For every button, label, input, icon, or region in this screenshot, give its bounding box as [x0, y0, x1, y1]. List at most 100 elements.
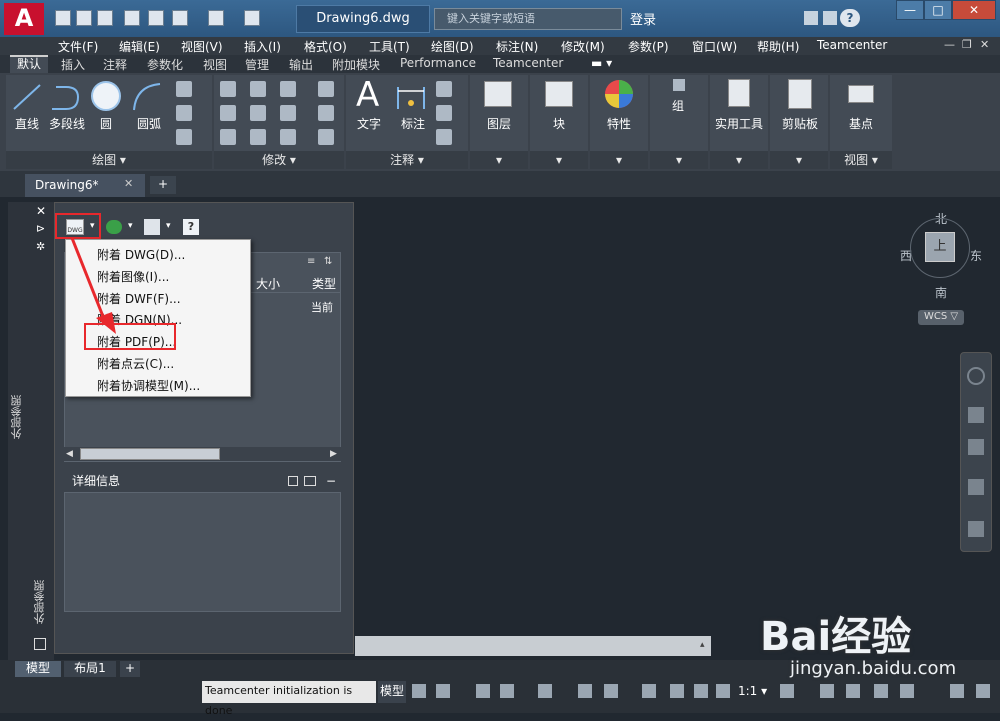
line-button[interactable]: 直线 [14, 115, 40, 132]
dimension-button[interactable]: 标注 [398, 115, 428, 132]
tab-parametric[interactable]: 参数化 [147, 56, 183, 73]
change-path-dropdown-icon[interactable]: ▾ [166, 221, 171, 231]
fillet-icon[interactable] [280, 105, 296, 121]
mdi-close-icon[interactable]: ✕ [980, 38, 989, 51]
tab-performance[interactable]: Performance [400, 56, 476, 70]
wcs-menu[interactable]: WCS ▽ [918, 310, 964, 325]
details-collapse-icon[interactable]: − [326, 474, 336, 488]
menu-insert[interactable]: 插入(I) [244, 38, 281, 55]
a360-icon[interactable] [823, 11, 837, 25]
annotation-visibility-icon[interactable] [670, 684, 684, 698]
paste-icon[interactable] [788, 79, 812, 109]
tab-teamcenter[interactable]: Teamcenter [493, 56, 563, 70]
login-button[interactable]: 登录 [630, 9, 656, 28]
tab-addins[interactable]: 附加模块 [332, 56, 380, 73]
isodraft-icon[interactable] [538, 684, 552, 698]
viewcube[interactable]: 上 [925, 232, 955, 262]
line-icon[interactable] [12, 83, 42, 111]
block-panel-title[interactable]: ▾ [530, 151, 588, 169]
scrollbar-thumb[interactable] [80, 448, 220, 460]
layers-panel-title[interactable]: ▾ [470, 151, 528, 169]
command-line[interactable] [355, 636, 711, 656]
polar-icon[interactable] [500, 684, 514, 698]
calculator-icon[interactable] [728, 79, 750, 107]
palette-autohide-icon[interactable]: ⊳ [36, 222, 45, 235]
offset-icon[interactable] [318, 129, 334, 145]
table-icon[interactable] [436, 129, 452, 145]
layers-button[interactable]: 图层 [480, 115, 518, 132]
tab-annotate[interactable]: 注释 [103, 56, 127, 73]
clipboard-panel-title[interactable]: ▾ [770, 151, 828, 169]
change-path-icon[interactable] [144, 219, 160, 235]
hardware-acceleration-icon[interactable] [874, 684, 888, 698]
new-tab-button[interactable]: + [150, 176, 176, 194]
close-tab-icon[interactable]: ✕ [124, 177, 133, 190]
pan-icon[interactable] [968, 407, 984, 423]
object-snap-tracking-icon[interactable] [578, 684, 592, 698]
menu-window[interactable]: 窗口(W) [692, 38, 737, 55]
print-icon[interactable] [148, 10, 164, 26]
mirror-icon[interactable] [250, 105, 266, 121]
showmotion-icon[interactable] [968, 521, 984, 537]
tab-manage[interactable]: 管理 [245, 56, 269, 73]
palette-close-icon[interactable]: ✕ [36, 204, 46, 218]
clipboard-button[interactable]: 剪贴板 [779, 115, 821, 132]
menu-format[interactable]: 格式(O) [304, 38, 347, 55]
menu-parametric[interactable]: 参数(P) [628, 38, 669, 55]
properties-icon[interactable] [604, 79, 634, 109]
command-history-icon[interactable]: ▴ [700, 640, 705, 650]
copy-icon[interactable] [220, 105, 236, 121]
annotation-scale[interactable]: 1:1 ▾ [738, 684, 767, 698]
block-icon[interactable] [545, 81, 573, 107]
rotate-icon[interactable] [250, 81, 266, 97]
undo-icon[interactable] [172, 10, 188, 26]
tab-insert[interactable]: 插入 [61, 56, 85, 73]
compass-south[interactable]: 南 [935, 284, 947, 301]
ribbon-minimize-icon[interactable]: ▬ ▾ [591, 56, 612, 70]
menu-edit[interactable]: 编辑(E) [119, 38, 160, 55]
menu-attach-coordination-model[interactable]: 附着协调模型(M)... [97, 377, 200, 394]
menu-modify[interactable]: 修改(M) [561, 38, 605, 55]
move-icon[interactable] [220, 81, 236, 97]
save-icon[interactable] [97, 10, 113, 26]
menu-teamcenter[interactable]: Teamcenter [817, 38, 887, 52]
palette-attach-icon[interactable] [34, 638, 46, 650]
tree-view-icon[interactable]: ⇅ [324, 256, 332, 267]
close-button[interactable]: ✕ [952, 0, 996, 20]
leader-icon[interactable] [436, 105, 452, 121]
draw-panel-title[interactable]: 绘图 ▾ [6, 151, 212, 169]
text-icon[interactable]: A [356, 75, 379, 115]
help-icon[interactable]: ? [183, 219, 199, 235]
dimension-icon[interactable] [396, 83, 426, 111]
drawing-viewport[interactable] [355, 197, 1000, 660]
details-toggle-icon[interactable] [288, 476, 298, 486]
tab-layout1[interactable]: 布局1 [64, 661, 116, 677]
scroll-left-icon[interactable]: ◀ [66, 449, 73, 459]
compass-east[interactable]: 东 [970, 247, 982, 264]
menu-view[interactable]: 视图(V) [181, 38, 223, 55]
tab-view[interactable]: 视图 [203, 56, 227, 73]
tab-default[interactable]: 默认 [10, 55, 48, 73]
model-space-toggle[interactable]: 模型 [378, 681, 406, 703]
menu-draw[interactable]: 绘图(D) [431, 38, 474, 55]
customization-icon[interactable] [950, 684, 964, 698]
orbit-icon[interactable] [968, 479, 984, 495]
status-menu-icon[interactable] [976, 684, 990, 698]
preview-toggle-icon[interactable] [304, 476, 316, 486]
boundary-icon[interactable] [176, 129, 192, 145]
mdi-minimize-icon[interactable]: — [944, 38, 955, 51]
modify-panel-title[interactable]: 修改 ▾ [214, 151, 344, 169]
annotation-panel-title[interactable]: 注释 ▾ [346, 151, 468, 169]
steering-wheel-icon[interactable] [967, 367, 985, 385]
block-button[interactable]: 块 [545, 115, 573, 132]
open-file-icon[interactable] [76, 10, 92, 26]
isolate-objects-icon[interactable] [846, 684, 860, 698]
autocad-logo-icon[interactable]: A [4, 3, 44, 35]
base-button[interactable]: 基点 [846, 115, 876, 132]
arc-button[interactable]: 圆弧 [134, 115, 164, 132]
properties-button[interactable]: 特性 [604, 115, 634, 132]
scroll-right-icon[interactable]: ▶ [330, 449, 337, 459]
explode-icon[interactable] [318, 105, 334, 121]
ortho-icon[interactable] [476, 684, 490, 698]
search-input[interactable]: 键入关键字或短语 [434, 8, 622, 30]
